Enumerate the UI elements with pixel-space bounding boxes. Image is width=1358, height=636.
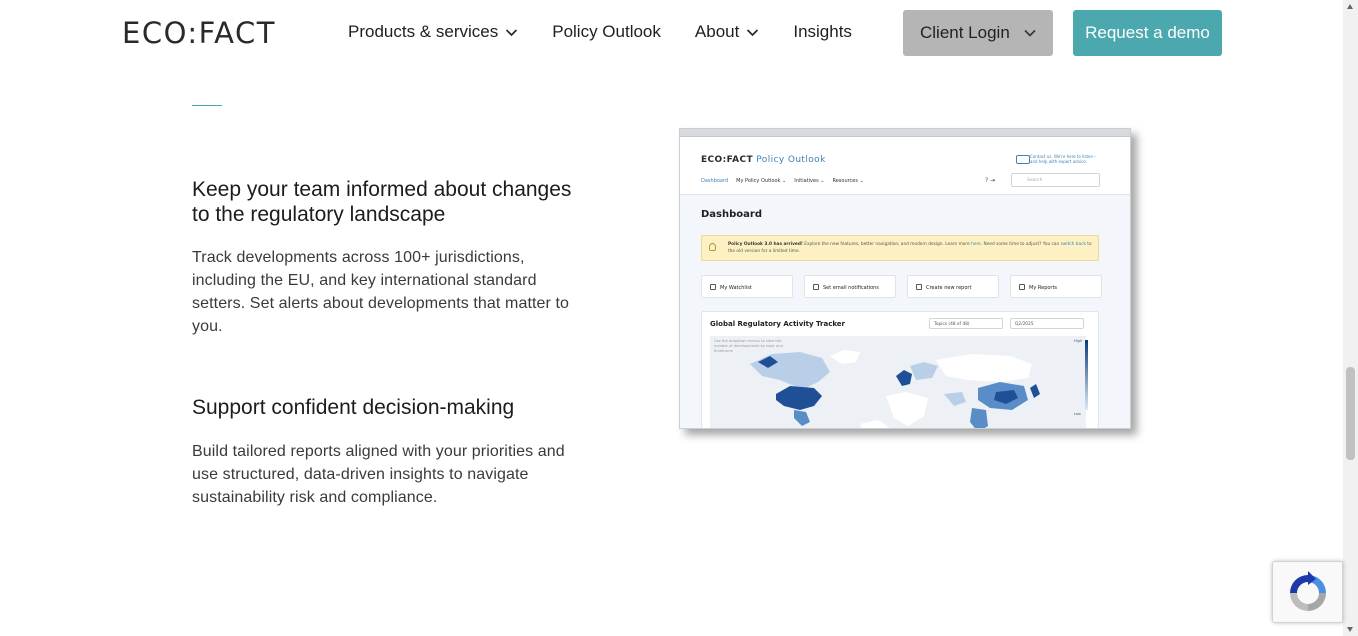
legend-low-label: Low (1074, 412, 1081, 416)
feature-body-decision: Build tailored reports aligned with your… (192, 443, 565, 506)
mock-card-create-report: Create new report (907, 275, 999, 298)
recaptcha-badge[interactable] (1272, 561, 1343, 623)
mock-logo-main: ECO:FACT (701, 155, 754, 165)
site-header: ECO:FACT Products & services Policy Outl… (0, 0, 1343, 68)
chevron-down-icon (506, 28, 518, 36)
tracker-help-text: Use the dropdown menus to view the numbe… (714, 339, 783, 353)
nav-label: Policy Outlook (552, 22, 661, 41)
recaptcha-icon (1290, 571, 1326, 611)
banner-link: switch back (1060, 242, 1086, 247)
mock-nav-item: My Policy Outlook ⌄ (736, 178, 787, 184)
policy-outlook-screenshot: ECO:FACT Policy Outlook Contact us. We'r… (679, 128, 1131, 429)
lightbulb-icon (709, 243, 716, 251)
map-legend-scale (1085, 340, 1088, 410)
mock-announcement-banner: Policy Outlook 3.0 has arrived! Explore … (701, 235, 1099, 261)
nav-label: Products & services (348, 22, 499, 41)
mock-logo: ECO:FACT Policy Outlook (701, 155, 826, 165)
card-label: My Watchlist (720, 285, 752, 291)
mock-activity-tracker: Global Regulatory Activity Tracker Topic… (701, 311, 1099, 428)
feature-body-informed: Track developments across 100+ jurisdict… (192, 249, 570, 335)
client-login-label: Client Login (920, 23, 1010, 42)
chevron-down-icon (1024, 29, 1036, 37)
mock-card-watchlist: My Watchlist (701, 275, 793, 298)
mock-card-notifications: Set email notifications (804, 275, 896, 298)
tracker-title: Global Regulatory Activity Tracker (710, 320, 846, 328)
card-label: My Reports (1029, 285, 1058, 291)
chevron-down-icon (747, 28, 759, 36)
ecofact-logo[interactable]: ECO:FACT (122, 17, 276, 49)
star-icon (710, 284, 716, 290)
mock-quick-actions: My Watchlist Set email notifications Cre… (701, 275, 1113, 298)
mock-nav-item: Resources ⌄ (832, 178, 864, 184)
banner-text: Explore the new features, better navigat… (802, 242, 972, 247)
feature-title-decision: Support confident decision-making (192, 396, 515, 419)
banner-text: . Need some time to adjust? You can (980, 242, 1061, 247)
period-select: Q2/2025 (1010, 318, 1084, 329)
scroll-up-arrow-icon[interactable] (1347, 4, 1353, 9)
banner-link: here (971, 242, 981, 247)
browser-chrome (680, 129, 1130, 137)
legend-high-label: High (1074, 339, 1083, 343)
accent-divider (192, 105, 222, 106)
nav-about[interactable]: About (695, 22, 759, 42)
help-logout-icons: ? ⇥ (985, 177, 996, 184)
main-nav: Products & services Policy Outlook About… (348, 22, 886, 42)
page-scrollbar[interactable] (1343, 0, 1358, 636)
chat-icon (1016, 155, 1030, 164)
mock-page-title: Dashboard (701, 209, 762, 220)
client-login-button[interactable]: Client Login (903, 10, 1053, 56)
mock-nav-item: Initiatives ⌄ (794, 178, 825, 184)
mock-nav: Dashboard My Policy Outlook ⌄ Initiative… (701, 178, 872, 184)
report-icon (916, 284, 922, 290)
mock-card-my-reports: My Reports (1010, 275, 1102, 298)
banner-bold: Policy Outlook 3.0 has arrived! (728, 242, 803, 247)
nav-label: Insights (793, 22, 852, 41)
scroll-down-arrow-icon[interactable] (1347, 627, 1353, 632)
card-label: Create new report (926, 285, 972, 291)
mock-contact-text: Contact us. We're here to listen – and h… (1030, 154, 1097, 164)
mock-nav-item: Dashboard (701, 178, 729, 184)
feature-title-informed: Keep your team informed about changes to… (192, 178, 572, 226)
mock-logo-product: Policy Outlook (756, 155, 826, 165)
nav-products-services[interactable]: Products & services (348, 22, 518, 42)
card-label: Set email notifications (823, 285, 879, 291)
nav-label: About (694, 22, 740, 41)
scroll-thumb[interactable] (1346, 367, 1355, 460)
nav-insights[interactable]: Insights (793, 22, 852, 42)
nav-policy-outlook[interactable]: Policy Outlook (552, 22, 661, 42)
mock-app-header: ECO:FACT Policy Outlook Contact us. We'r… (680, 143, 1130, 195)
request-demo-button[interactable]: Request a demo (1073, 10, 1222, 56)
mock-search-input: Search (1011, 173, 1100, 187)
mail-icon (813, 284, 819, 290)
document-icon (1019, 284, 1025, 290)
topics-select: Topics (48 of 48) (929, 318, 1003, 329)
